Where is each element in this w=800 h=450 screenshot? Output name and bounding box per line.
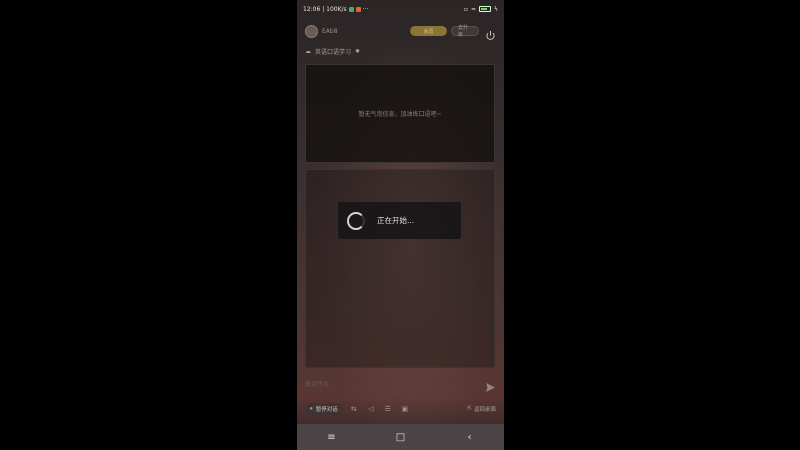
volume-icon[interactable]: ◁	[365, 403, 377, 415]
pause-conversation-button[interactable]: ⏸ 暂停对话	[305, 402, 343, 416]
username: EAb8	[322, 27, 338, 35]
subheader: ☁ 英语口语学习 ✹	[305, 46, 360, 56]
translate-icon[interactable]: ⇆	[348, 403, 360, 415]
chat-bubble-panel: 暂无气泡信息，加油练口语吧~	[305, 64, 495, 163]
power-icon[interactable]	[485, 26, 496, 40]
loading-toast: 正在开始...	[338, 202, 461, 239]
exit-icon: ⇱	[467, 406, 472, 412]
phone-screen: 12:06 | 100K/s ··· ▫ ≈ ϟ EAb8 会员 去升级 ☁ 英…	[297, 0, 504, 450]
loading-spinner-icon	[347, 211, 365, 230]
membership-button[interactable]: 会员	[410, 26, 447, 36]
home-button[interactable]: □	[391, 432, 411, 443]
cloud-icon: ☁	[305, 47, 311, 55]
back-to-desktop-label: 返回桌面	[473, 407, 496, 413]
more-notifications: ···	[362, 5, 369, 13]
avatar[interactable]	[305, 24, 318, 38]
back-button[interactable]: ‹	[460, 432, 480, 443]
subheader-title: 英语口语学习	[315, 48, 352, 56]
status-bar: 12:06 | 100K/s ··· ▫ ≈ ϟ	[297, 0, 504, 18]
pause-label: 暂停对话	[315, 407, 338, 413]
input-row: 说点什么	[305, 376, 496, 392]
bottom-toolbar: ⏸ 暂停对话 ⇆ ◁ ☰ ▣ ⇱ 返回桌面	[305, 401, 496, 417]
loading-text: 正在开始...	[377, 216, 415, 225]
top-bar: EAb8 会员 去升级	[305, 22, 496, 40]
pause-icon: ⏸	[310, 405, 313, 412]
app-notification-icon	[355, 6, 361, 12]
calendar-icon[interactable]: ▣	[399, 403, 411, 415]
menu-button[interactable]: ≡	[322, 432, 342, 443]
status-time: 12:06 | 100K/s	[303, 5, 347, 13]
upgrade-button[interactable]: 去升级	[451, 25, 479, 38]
upgrade-label: 去升级	[458, 25, 469, 38]
empty-panel-text: 暂无气泡信息，加油练口语吧~	[358, 111, 442, 118]
back-to-desktop-button[interactable]: ⇱ 返回桌面	[467, 405, 496, 413]
video-area	[305, 169, 495, 368]
message-input[interactable]: 说点什么	[305, 379, 329, 388]
battery-icon	[479, 6, 492, 12]
list-icon[interactable]: ☰	[382, 403, 394, 415]
membership-label: 会员	[423, 28, 434, 35]
system-navbar: ≡ □ ‹	[297, 424, 504, 450]
charging-icon: ϟ	[494, 5, 498, 13]
settings-icon[interactable]: ✹	[355, 48, 360, 55]
alarm-icon: ▫	[463, 5, 468, 13]
app-notification-icon	[348, 6, 354, 12]
wifi-icon: ≈	[471, 5, 477, 13]
send-icon[interactable]	[485, 378, 496, 392]
